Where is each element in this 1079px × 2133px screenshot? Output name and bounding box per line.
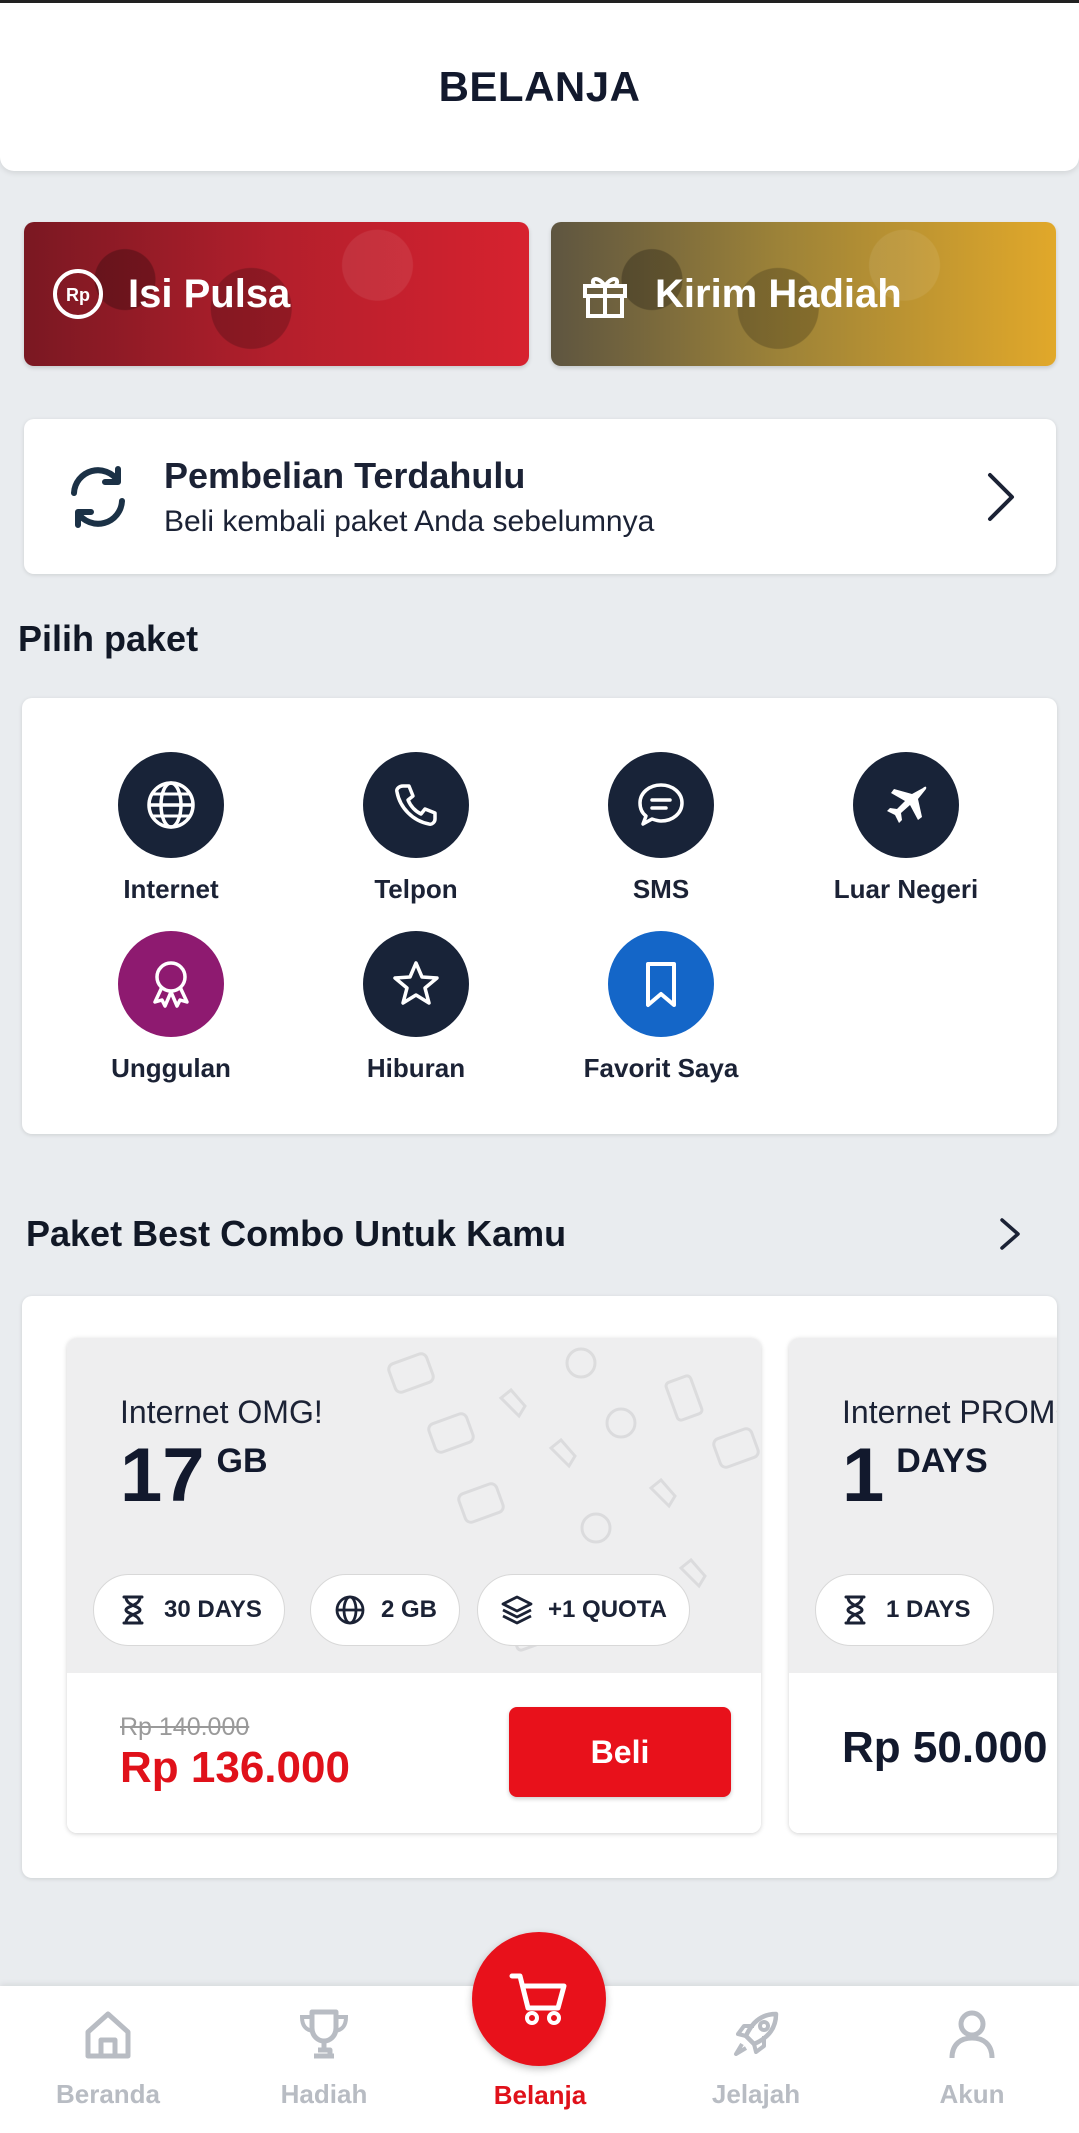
category-favorit-saya[interactable]: Favorit Saya [541,931,781,1084]
nav-hadiah[interactable]: Hadiah [224,2006,424,2110]
category-label: Internet [123,874,219,904]
previous-purchase-title: Pembelian Terdahulu [164,454,526,496]
chip-label: 2 GB [381,1596,438,1623]
globe-icon [147,781,195,829]
nav-label: Jelajah [711,2079,801,2109]
package-quantity: 17 [120,1433,205,1518]
category-telpon[interactable]: Telpon [296,752,536,905]
isi-pulsa-label: Isi Pulsa [128,271,291,316]
kirim-hadiah-banner[interactable]: Kirim Hadiah [551,222,1056,366]
chip-label: 30 DAYS [164,1596,262,1623]
nav-label: Hadiah [280,2079,368,2109]
package-card[interactable]: Internet OMG! 17 GB 30 DAYS 2 GB +1 QUOT… [67,1338,761,1833]
chip-data: 2 GB [310,1574,461,1646]
bookmark-icon [646,962,676,1007]
chip-label: 1 DAYS [886,1596,971,1623]
chip-label: +1 QUOTA [548,1596,667,1623]
package-name: Internet PROMO [842,1394,1057,1430]
kirim-hadiah-label: Kirim Hadiah [655,271,902,316]
category-label: Unggulan [111,1053,231,1083]
chip-quota: +1 QUOTA [477,1574,690,1646]
nav-label: Beranda [55,2079,161,2109]
star-icon [393,961,439,1005]
package-quota: 1 DAYS [842,1438,988,1514]
chip-duration: 1 DAYS [815,1574,994,1646]
best-combo-carousel[interactable]: Internet OMG! 17 GB 30 DAYS 2 GB +1 QUOT… [22,1296,1057,1878]
nav-belanja[interactable]: Belanja [440,2068,640,2111]
svg-text:Rp: Rp [66,285,90,305]
package-quantity: 1 [842,1433,885,1518]
isi-pulsa-banner[interactable]: Rp Isi Pulsa [24,222,529,366]
user-icon [949,2010,995,2059]
category-unggulan[interactable]: Unggulan [51,931,291,1084]
hourglass-icon [844,1595,866,1625]
nav-beranda[interactable]: Beranda [8,2006,208,2110]
refresh-icon [71,465,125,528]
package-name: Internet OMG! [120,1394,323,1430]
category-label: Luar Negeri [833,874,979,904]
category-label: Telpon [374,874,458,904]
page-title: BELANJA [438,63,641,110]
page-header: BELANJA [0,3,1079,171]
package-price: Rp 50.000 [842,1723,1048,1772]
category-sms[interactable]: SMS [541,752,781,905]
old-price: Rp 140.000 [120,1713,250,1741]
cart-icon [509,1973,567,2025]
chevron-right-icon[interactable] [996,1214,1024,1254]
belanja-cart-button[interactable] [472,1932,606,2066]
category-grid: Internet Telpon SMS Luar Negeri Unggulan… [22,698,1057,1134]
nav-label: Belanja [493,2080,587,2110]
gift-icon [583,277,627,318]
category-label: SMS [632,874,690,904]
chip-duration: 30 DAYS [93,1574,285,1646]
chevron-right-icon [988,472,1014,521]
nav-jelajah[interactable]: Jelajah [656,2006,856,2110]
rupiah-coin-icon: Rp [53,269,103,319]
package-unit: GB [216,1442,268,1480]
globe-icon [335,1595,365,1625]
award-ribbon-icon [153,961,189,1008]
package-price: Rp 136.000 [120,1743,350,1792]
previous-purchase-subtitle: Beli kembali paket Anda sebelumnya [164,504,655,538]
pilih-paket-title: Pilih paket [18,618,199,659]
rocket-icon [734,2011,779,2056]
package-quota: 17 GB [120,1438,268,1514]
category-hiburan[interactable]: Hiburan [296,931,536,1084]
airplane-icon [887,786,927,823]
best-combo-title: Paket Best Combo Untuk Kamu [26,1213,567,1254]
category-luar-negeri[interactable]: Luar Negeri [786,752,1026,905]
previous-purchase-card[interactable]: Pembelian Terdahulu Beli kembali paket A… [24,419,1056,574]
nav-akun[interactable]: Akun [872,2006,1072,2110]
trophy-icon [299,2009,349,2059]
hourglass-icon [122,1595,144,1625]
phone-icon [395,784,437,826]
layers-icon [501,1595,533,1625]
category-internet[interactable]: Internet [51,752,291,905]
category-label: Hiburan [366,1053,466,1083]
package-unit: DAYS [896,1442,988,1480]
home-icon [85,2011,131,2059]
nav-label: Akun [939,2079,1005,2109]
chat-bubble-icon [638,783,684,826]
beli-button[interactable]: Beli [509,1707,731,1797]
package-card[interactable]: Internet PROMO 1 DAYS 1 DAYS Rp 50.000 [789,1338,1057,1833]
category-label: Favorit Saya [583,1053,739,1083]
